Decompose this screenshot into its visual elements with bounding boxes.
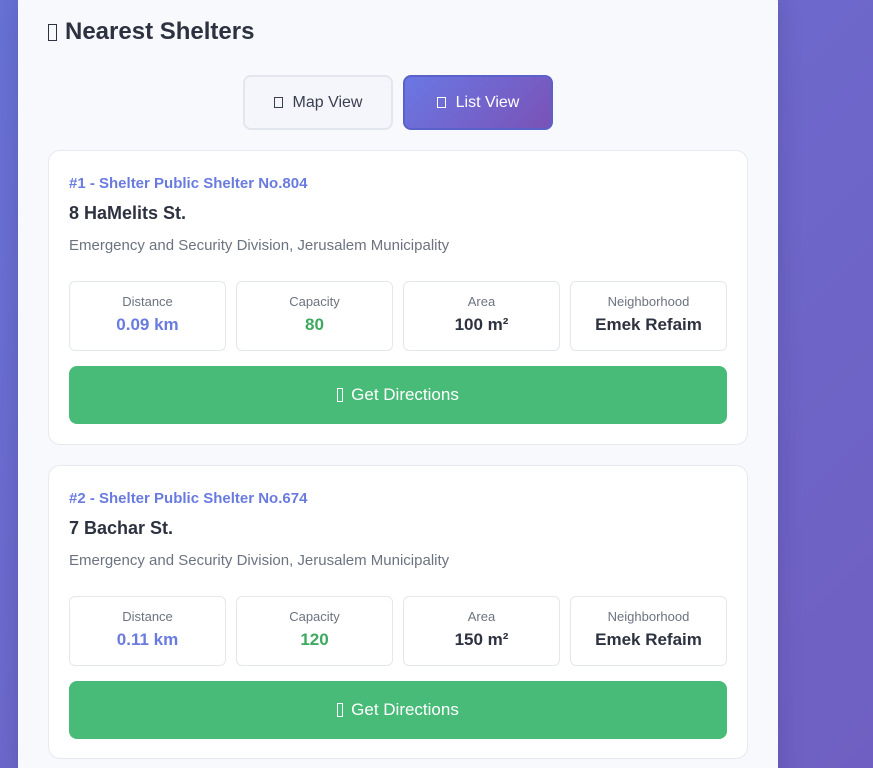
get-directions-label: Get Directions [351,700,459,719]
directions-icon [337,388,344,402]
stat-value: 120 [300,630,329,649]
stat-value: Emek Refaim [595,630,702,649]
stat-label: Area [467,609,496,624]
view-toggle: Map View List View [18,75,778,130]
page-title-text: Nearest Shelters [65,18,255,45]
stat-value: 150 m² [454,630,509,649]
shelter-card: #2 - Shelter Public Shelter No.674 7 Bac… [48,465,748,759]
get-directions-button[interactable]: Get Directions [69,681,727,739]
shelter-stats: Distance 0.09 km Capacity 80 Area 100 m²… [69,281,727,351]
stat-label: Capacity [289,609,340,624]
stat-neighborhood: Neighborhood Emek Refaim [570,596,727,666]
stat-capacity: Capacity 80 [236,281,393,351]
shelter-id: #1 - Shelter Public Shelter No.804 [69,175,308,192]
shelter-stats: Distance 0.11 km Capacity 120 Area 150 m… [69,596,727,666]
page-title: Nearest Shelters [48,18,254,46]
directions-icon [337,703,344,717]
stat-value: Emek Refaim [595,315,702,334]
stat-capacity: Capacity 120 [236,596,393,666]
list-view-button[interactable]: List View [403,75,553,130]
stat-area: Area 100 m² [403,281,560,351]
get-directions-button[interactable]: Get Directions [69,366,727,424]
list-icon [436,97,446,108]
stat-distance: Distance 0.11 km [69,596,226,666]
shelter-address: 8 HaMelits St. [69,203,187,223]
shelter-icon [48,23,57,41]
shelter-organization: Emergency and Security Division, Jerusal… [69,237,450,254]
shelter-address: 7 Bachar St. [69,518,174,538]
stat-label: Distance [122,294,173,309]
stat-value: 0.11 km [116,630,179,649]
list-view-label: List View [455,93,520,111]
stat-label: Capacity [289,294,340,309]
map-view-button[interactable]: Map View [243,75,393,130]
shelter-organization: Emergency and Security Division, Jerusal… [69,552,450,569]
stat-label: Neighborhood [607,609,690,624]
stat-neighborhood: Neighborhood Emek Refaim [570,281,727,351]
shelters-panel: Nearest Shelters Map View List View #1 -… [18,0,778,768]
stat-value: 0.09 km [116,315,179,334]
stat-distance: Distance 0.09 km [69,281,226,351]
map-icon [273,97,283,108]
shelter-card: #1 - Shelter Public Shelter No.804 8 HaM… [48,150,748,445]
get-directions-label: Get Directions [351,385,459,404]
stat-label: Area [467,294,496,309]
stat-label: Distance [122,609,173,624]
stat-label: Neighborhood [607,294,690,309]
map-view-label: Map View [292,93,363,111]
stat-value: 100 m² [454,315,509,334]
stat-value: 80 [305,315,324,334]
shelter-id: #2 - Shelter Public Shelter No.674 [69,490,308,507]
stat-area: Area 150 m² [403,596,560,666]
